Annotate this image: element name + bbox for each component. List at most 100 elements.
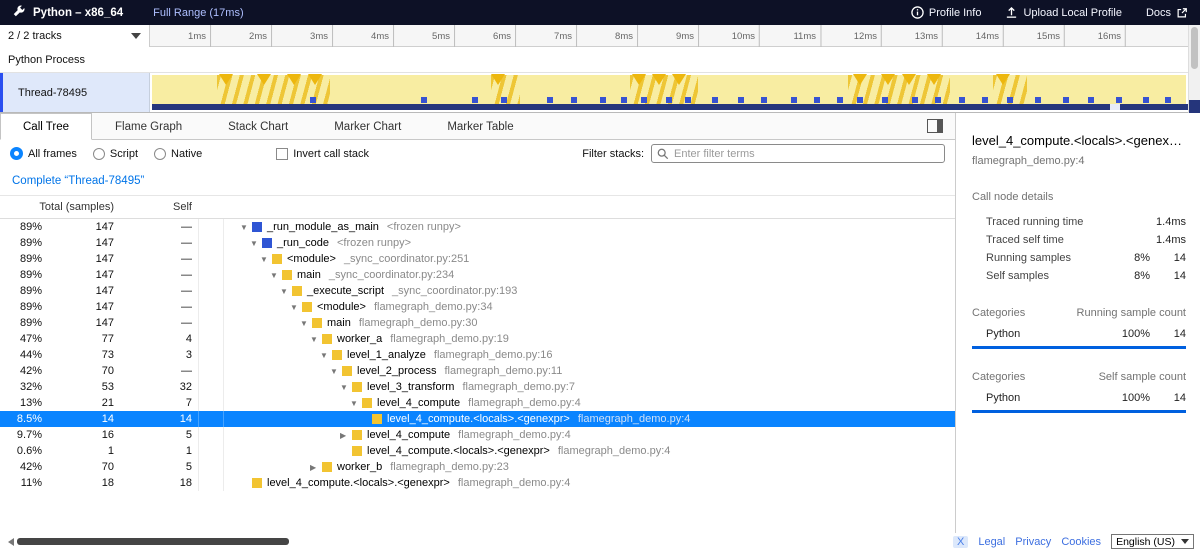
frame-name: main xyxy=(327,317,351,329)
process-label: Python Process xyxy=(8,54,85,66)
twisty-icon[interactable]: ▼ xyxy=(250,239,262,248)
tree-row[interactable]: 89%147—▼_run_code<frozen runpy> xyxy=(0,235,955,251)
python-category-icon xyxy=(252,478,262,488)
process-track-row[interactable]: Python Process xyxy=(0,47,1200,73)
tree-row[interactable]: 11%1818level_4_compute.<locals>.<genexpr… xyxy=(0,475,955,491)
twisty-icon[interactable]: ▼ xyxy=(290,303,302,312)
python-category-icon xyxy=(352,382,362,392)
frame-name: <module> xyxy=(287,253,336,265)
radio-label[interactable]: All frames xyxy=(28,148,77,160)
tree-row[interactable]: 89%147—▼main_sync_coordinator.py:234 xyxy=(0,267,955,283)
tracks-dropdown[interactable]: 2 / 2 tracks xyxy=(0,25,150,47)
column-self[interactable]: Self xyxy=(120,201,198,213)
tree-row[interactable]: 89%147—▼<module>_sync_coordinator.py:251 xyxy=(0,251,955,267)
python-category-icon xyxy=(362,398,372,408)
filter-stacks-input[interactable] xyxy=(651,144,945,163)
column-total-samples[interactable]: Total (samples) xyxy=(0,201,120,213)
tab-stack-chart[interactable]: Stack Chart xyxy=(205,113,311,139)
frame-name: _execute_script xyxy=(307,285,384,297)
tab-flame-graph[interactable]: Flame Graph xyxy=(92,113,205,139)
frame-file-ref: _sync_coordinator.py:193 xyxy=(392,285,517,297)
twisty-icon[interactable]: ▼ xyxy=(310,335,322,344)
tree-row[interactable]: 47%774▼worker_aflamegraph_demo.py:19 xyxy=(0,331,955,347)
radio-all-frames[interactable] xyxy=(10,147,23,160)
sample-square xyxy=(1165,97,1171,103)
marker-icon xyxy=(308,74,322,92)
tree-row[interactable]: 89%147—▼mainflamegraph_demo.py:30 xyxy=(0,315,955,331)
timeline-vertical-scrollbar[interactable] xyxy=(1188,25,1200,113)
invert-call-stack-checkbox[interactable] xyxy=(276,148,288,160)
radio-label[interactable]: Native xyxy=(171,148,202,160)
twisty-icon[interactable]: ▼ xyxy=(350,399,362,408)
scrollbar-end-block xyxy=(1189,100,1200,113)
footer-link-legal[interactable]: Legal xyxy=(978,536,1005,548)
scroll-left-arrow-icon[interactable] xyxy=(4,538,14,546)
frame-name: worker_a xyxy=(337,333,382,345)
twisty-icon[interactable]: ▶ xyxy=(340,431,352,440)
profile-info-button[interactable]: Profile Info xyxy=(911,6,982,19)
thread-activity-graph[interactable] xyxy=(150,73,1188,112)
ruler-tick: 9ms xyxy=(676,25,699,47)
twisty-icon[interactable]: ▼ xyxy=(320,351,332,360)
python-category-icon xyxy=(352,446,362,456)
ruler-tick: 8ms xyxy=(615,25,638,47)
app-logo-icon xyxy=(12,4,26,21)
tree-row[interactable]: 0.6%11level_4_compute.<locals>.<genexpr>… xyxy=(0,443,955,459)
sidebar-toggle-icon[interactable] xyxy=(927,119,943,133)
info-icon xyxy=(911,6,924,19)
python-category-icon xyxy=(302,302,312,312)
language-select[interactable]: English (US) xyxy=(1111,534,1194,549)
twisty-icon[interactable]: ▶ xyxy=(310,463,322,472)
frame-file-ref: <frozen runpy> xyxy=(337,237,411,249)
tree-row[interactable]: 32%5332▼level_3_transformflamegraph_demo… xyxy=(0,379,955,395)
timeline-ruler[interactable]: 1ms2ms3ms4ms5ms6ms7ms8ms9ms10ms11ms12ms1… xyxy=(150,25,1188,47)
tree-row[interactable]: 89%147—▼_run_module_as_main<frozen runpy… xyxy=(0,219,955,235)
frame-name: level_2_process xyxy=(357,365,437,377)
tree-row[interactable]: 89%147—▼<module>flamegraph_demo.py:34 xyxy=(0,299,955,315)
python-category-icon xyxy=(342,366,352,376)
tab-marker-table[interactable]: Marker Table xyxy=(424,113,536,139)
frame-name: worker_b xyxy=(337,461,382,473)
twisty-icon[interactable]: ▼ xyxy=(280,287,292,296)
marker-icon xyxy=(927,74,941,92)
radio-label[interactable]: Script xyxy=(110,148,138,160)
tab-marker-chart[interactable]: Marker Chart xyxy=(311,113,424,139)
upload-profile-button[interactable]: Upload Local Profile xyxy=(1005,6,1121,19)
invert-call-stack-label[interactable]: Invert call stack xyxy=(293,148,369,160)
frame-file-ref: flamegraph_demo.py:4 xyxy=(558,445,671,457)
tree-row[interactable]: 42%70—▼level_2_processflamegraph_demo.py… xyxy=(0,363,955,379)
footer-link-x[interactable]: X xyxy=(953,536,968,548)
twisty-icon[interactable]: ▼ xyxy=(340,383,352,392)
frame-name: level_1_analyze xyxy=(347,349,426,361)
radio-native[interactable] xyxy=(154,148,166,160)
docs-link[interactable]: Docs xyxy=(1146,7,1188,19)
call-node-details-heading: Call node details xyxy=(972,191,1186,203)
tab-call-tree[interactable]: Call Tree xyxy=(0,113,92,140)
thread-track-label[interactable]: Thread-78495 xyxy=(0,73,150,112)
radio-script[interactable] xyxy=(93,148,105,160)
detail-row: Traced self time1.4ms xyxy=(972,231,1186,249)
complete-thread-breadcrumb[interactable]: Complete “Thread-78495” xyxy=(12,175,144,187)
footer-link-privacy[interactable]: Privacy xyxy=(1015,536,1051,548)
tree-row[interactable]: 44%733▼level_1_analyzeflamegraph_demo.py… xyxy=(0,347,955,363)
twisty-icon[interactable]: ▼ xyxy=(300,319,312,328)
tree-row[interactable]: 89%147—▼_execute_script_sync_coordinator… xyxy=(0,283,955,299)
footer-link-cookies[interactable]: Cookies xyxy=(1061,536,1101,548)
tree-row[interactable]: 42%705▶worker_bflamegraph_demo.py:23 xyxy=(0,459,955,475)
twisty-icon[interactable]: ▼ xyxy=(260,255,272,264)
frame-file-ref: flamegraph_demo.py:19 xyxy=(390,333,509,345)
tree-row[interactable]: 13%217▼level_4_computeflamegraph_demo.py… xyxy=(0,395,955,411)
twisty-icon[interactable]: ▼ xyxy=(330,367,342,376)
horizontal-scrollbar-thumb[interactable] xyxy=(17,538,289,545)
ruler-tick: 4ms xyxy=(371,25,394,47)
twisty-icon[interactable]: ▼ xyxy=(270,271,282,280)
range-breadcrumb[interactable]: Full Range (17ms) xyxy=(153,7,243,19)
categories-header: CategoriesSelf sample count xyxy=(972,371,1186,383)
detail-row: Running samples8%14 xyxy=(972,249,1186,267)
tree-row[interactable]: 9.7%165▶level_4_computeflamegraph_demo.p… xyxy=(0,427,955,443)
twisty-icon[interactable]: ▼ xyxy=(240,223,252,232)
frame-name: level_3_transform xyxy=(367,381,454,393)
tree-row[interactable]: 8.5%1414level_4_compute.<locals>.<genexp… xyxy=(0,411,955,427)
frame-name: level_4_compute.<locals>.<genexpr> xyxy=(387,413,570,425)
scrollbar-thumb[interactable] xyxy=(1191,27,1198,69)
